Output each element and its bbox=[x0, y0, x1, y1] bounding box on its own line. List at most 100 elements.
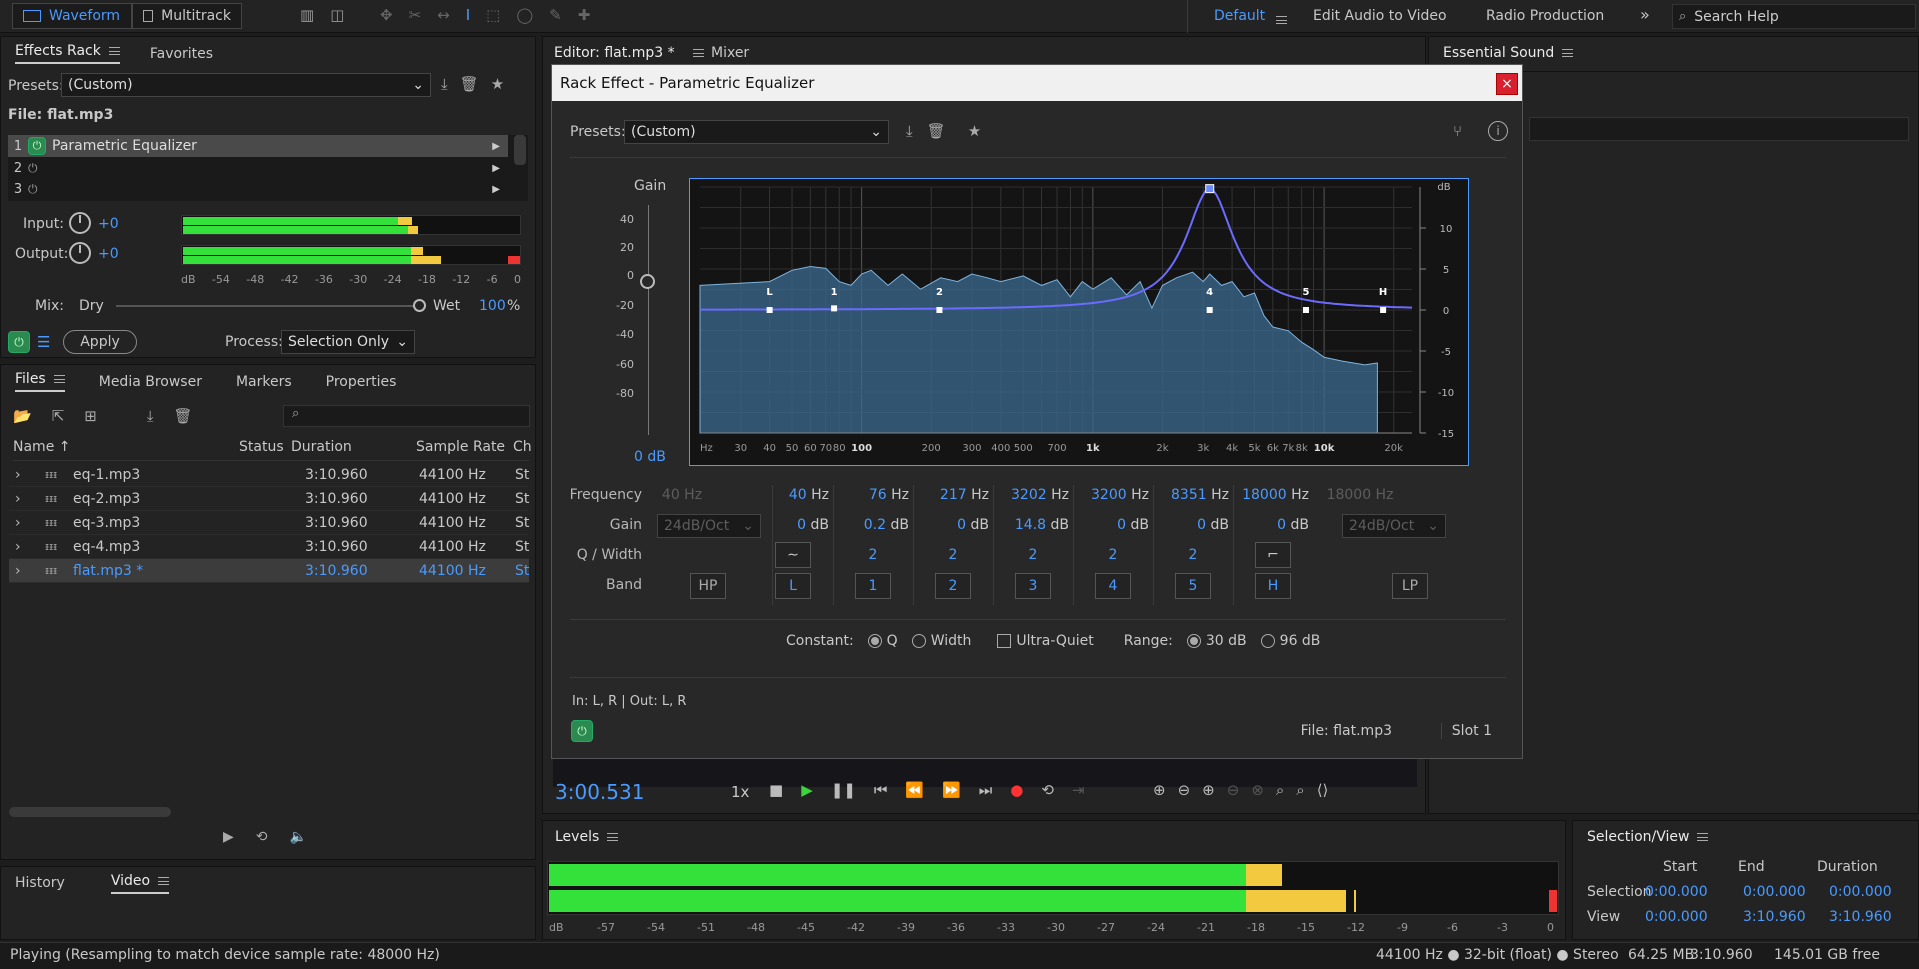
panel-menu-icon[interactable] bbox=[607, 833, 619, 841]
panel-menu-icon[interactable] bbox=[53, 375, 65, 383]
presets-dropdown[interactable]: (Custom) ⌄ bbox=[61, 73, 431, 97]
apply-button[interactable]: Apply bbox=[63, 330, 137, 354]
skip-selection-icon[interactable]: ⇥ bbox=[1072, 781, 1085, 799]
fast-forward-icon[interactable]: ⏩ bbox=[942, 781, 961, 799]
list-view-icon[interactable]: ☰ bbox=[37, 333, 50, 351]
view-start[interactable]: 0:00.000 bbox=[1645, 909, 1708, 925]
zoom-out-selection-icon[interactable]: ⌕ bbox=[1296, 781, 1304, 799]
table-row[interactable]: › ᵻᵻᵻ eq-2.mp3 3:10.960 44100 Hz St bbox=[9, 487, 529, 511]
band-gain-value[interactable]: 0.2 bbox=[864, 517, 886, 533]
expand-chevron-icon[interactable]: › bbox=[15, 539, 21, 555]
band-gain-value[interactable]: 0 bbox=[797, 517, 806, 533]
tab-files[interactable]: Files bbox=[15, 371, 65, 392]
selection-end[interactable]: 0:00.000 bbox=[1743, 884, 1806, 900]
dialog-presets-dropdown[interactable]: (Custom) ⌄ bbox=[624, 120, 889, 144]
column-status[interactable]: Status bbox=[239, 439, 284, 455]
insert-icon[interactable]: ⤓ bbox=[147, 407, 154, 425]
band-frequency-value[interactable]: 217 bbox=[940, 487, 967, 503]
band-frequency-value[interactable]: 40 bbox=[789, 487, 807, 503]
mix-slider-handle[interactable] bbox=[413, 299, 426, 312]
tab-markers[interactable]: Markers bbox=[236, 374, 292, 390]
favorite-star-icon[interactable]: ★ bbox=[968, 122, 981, 140]
playback-speed[interactable]: 1x bbox=[731, 783, 749, 801]
expand-chevron-icon[interactable]: › bbox=[15, 491, 21, 507]
tab-editor[interactable]: Editor: flat.mp3 * bbox=[554, 45, 704, 61]
band-button-5[interactable]: 5 bbox=[1175, 573, 1211, 599]
column-duration[interactable]: Duration bbox=[291, 439, 352, 455]
waveform-button[interactable]: Waveform bbox=[12, 3, 132, 29]
panel-menu-icon[interactable] bbox=[1697, 833, 1709, 841]
save-preset-icon[interactable]: ⤓ bbox=[906, 122, 913, 140]
table-row[interactable]: › ᵻᵻᵻ eq-3.mp3 3:10.960 44100 Hz St bbox=[9, 511, 529, 535]
razor-tool-icon[interactable]: ✂ bbox=[409, 6, 422, 24]
ultra-quiet-checkbox[interactable]: Ultra-Quiet bbox=[997, 633, 1094, 649]
output-knob[interactable] bbox=[69, 242, 91, 264]
gain-slider-value[interactable]: 0 dB bbox=[634, 449, 666, 465]
effect-power-button[interactable]: ⏻ bbox=[571, 720, 593, 742]
zoom-out-time-icon[interactable]: ⊖ bbox=[1227, 781, 1240, 799]
brush-tool-icon[interactable]: ✎ bbox=[549, 6, 562, 24]
column-name[interactable]: Name ↑ bbox=[13, 439, 71, 455]
gain-slider-track[interactable] bbox=[648, 205, 649, 435]
power-icon[interactable]: ⏻ bbox=[28, 182, 38, 197]
delete-preset-icon[interactable]: 🗑 bbox=[927, 122, 946, 140]
expand-chevron-icon[interactable]: › bbox=[15, 563, 21, 579]
band-button-1[interactable]: 1 bbox=[855, 573, 891, 599]
power-icon[interactable]: ⏻ bbox=[28, 137, 46, 155]
workspace-menu-icon[interactable] bbox=[1276, 15, 1287, 24]
band-gain-value[interactable]: 14.8 bbox=[1015, 517, 1046, 533]
band-q-value[interactable]: 2 bbox=[935, 547, 971, 563]
column-channels[interactable]: Ch bbox=[513, 439, 532, 455]
output-value[interactable]: +0 bbox=[98, 246, 119, 262]
loop-playback-icon[interactable]: ⟲ bbox=[1041, 781, 1054, 799]
constant-q-radio[interactable]: Q bbox=[867, 633, 898, 649]
search-help-field[interactable]: ⌕ Search Help bbox=[1672, 4, 1916, 29]
zoom-selection-icon[interactable]: ⌕ bbox=[1276, 781, 1284, 799]
current-time-display[interactable]: 3:00.531 bbox=[555, 780, 644, 804]
band-button-2[interactable]: 2 bbox=[935, 573, 971, 599]
process-dropdown[interactable]: Selection Only ⌄ bbox=[281, 330, 415, 354]
view-end[interactable]: 3:10.960 bbox=[1743, 909, 1806, 925]
band-button-3[interactable]: 3 bbox=[1015, 573, 1051, 599]
low-shelf-icon[interactable]: ∼ bbox=[775, 542, 811, 568]
band-gain-value[interactable]: 0 bbox=[1197, 517, 1206, 533]
view-duration[interactable]: 3:10.960 bbox=[1829, 909, 1892, 925]
new-file-icon[interactable]: ⊞ bbox=[84, 407, 97, 425]
slip-tool-icon[interactable]: ↔ bbox=[437, 6, 450, 24]
multitrack-button[interactable]: Multitrack bbox=[132, 3, 242, 29]
delete-preset-icon[interactable]: 🗑 bbox=[460, 75, 479, 93]
band-button-h[interactable]: H bbox=[1255, 573, 1291, 599]
tab-mixer[interactable]: Mixer bbox=[711, 45, 749, 61]
tab-properties[interactable]: Properties bbox=[326, 374, 397, 390]
open-file-icon[interactable]: 📂 bbox=[13, 407, 32, 425]
gain-slider-handle[interactable] bbox=[640, 274, 655, 289]
zoom-out-full-icon[interactable]: ⊗ bbox=[1251, 781, 1264, 799]
band-button-4[interactable]: 4 bbox=[1095, 573, 1131, 599]
close-button[interactable]: × bbox=[1496, 73, 1518, 95]
band-button-l[interactable]: L bbox=[775, 573, 811, 599]
dialog-title-bar[interactable]: Rack Effect - Parametric Equalizer × bbox=[552, 65, 1522, 101]
time-selection-tool-icon[interactable]: I bbox=[466, 6, 470, 24]
tab-history[interactable]: History bbox=[15, 875, 65, 891]
panel-menu-icon[interactable] bbox=[1562, 49, 1574, 57]
band-q-value[interactable]: 2 bbox=[1095, 547, 1131, 563]
expand-chevron-icon[interactable]: › bbox=[15, 515, 21, 531]
tab-video[interactable]: Video bbox=[110, 873, 170, 894]
band-frequency-value[interactable]: 3202 bbox=[1011, 487, 1047, 503]
constant-width-radio[interactable]: Width bbox=[911, 633, 971, 649]
files-search-input[interactable]: ⌕ bbox=[283, 405, 530, 427]
skip-to-end-icon[interactable]: ⏭ bbox=[979, 781, 993, 799]
expand-chevron-icon[interactable]: › bbox=[15, 467, 21, 483]
marquee-tool-icon[interactable]: ⬚ bbox=[486, 6, 500, 24]
spectral-frequency-icon[interactable]: ▥ bbox=[300, 6, 314, 24]
workspace-default[interactable]: Default bbox=[1214, 8, 1265, 24]
spot-healing-icon[interactable]: ✚ bbox=[578, 6, 591, 24]
slot-menu-arrow-icon[interactable]: ▶ bbox=[492, 184, 500, 195]
band-gain-value[interactable]: 0 bbox=[957, 517, 966, 533]
tab-favorites[interactable]: Favorites bbox=[150, 46, 213, 62]
band-frequency-value[interactable]: 18000 bbox=[1242, 487, 1287, 503]
slot-menu-arrow-icon[interactable]: ▶ bbox=[492, 141, 500, 152]
band-frequency-value[interactable]: 8351 bbox=[1171, 487, 1207, 503]
zoom-in-time-icon[interactable]: ⊕ bbox=[1202, 781, 1215, 799]
tab-effects-rack[interactable]: Effects Rack bbox=[15, 43, 120, 64]
